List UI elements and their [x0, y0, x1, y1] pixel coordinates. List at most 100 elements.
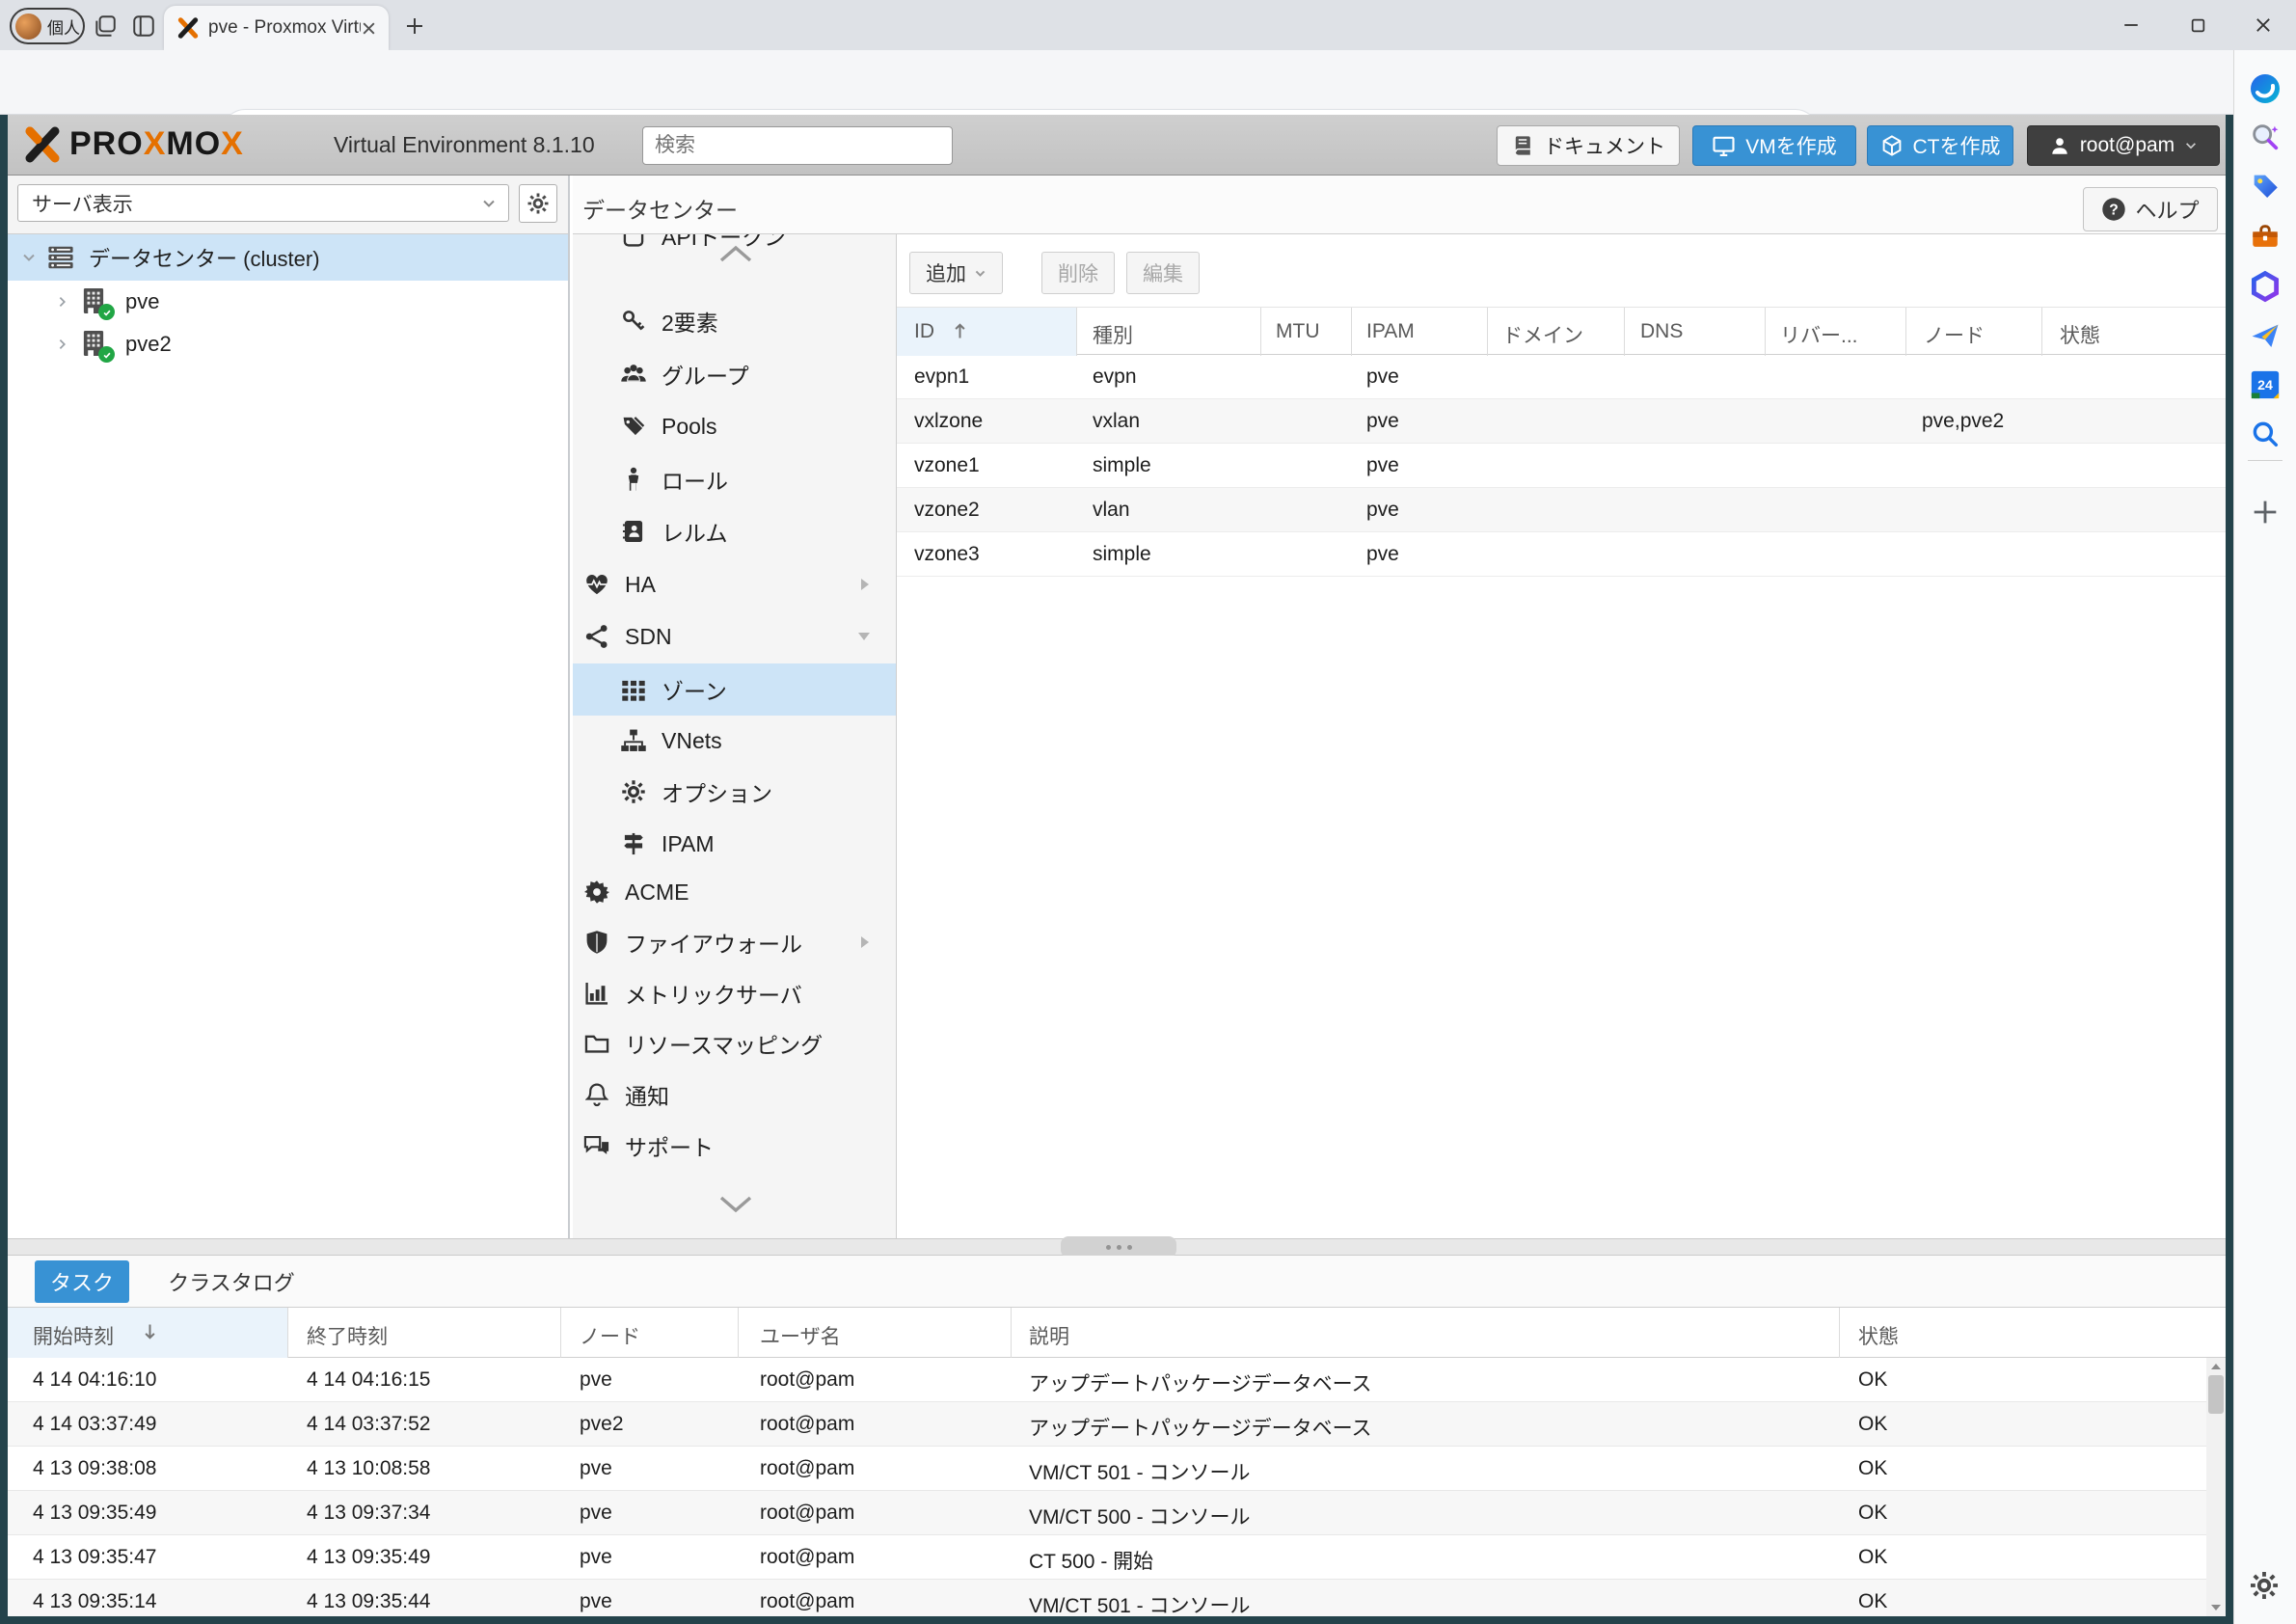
m365-icon[interactable] — [2249, 270, 2282, 303]
tab-close-icon[interactable] — [361, 20, 377, 37]
tools-icon[interactable] — [2249, 221, 2282, 254]
tab-groups-icon[interactable] — [93, 14, 118, 39]
shopping-icon[interactable] — [2249, 170, 2282, 203]
edge-sidebar: 24 — [2233, 50, 2296, 1624]
column-header-state[interactable]: 状態 — [2060, 320, 2100, 349]
task-row[interactable]: 4 14 03:37:49 4 14 03:37:52 pve2 root@pa… — [8, 1402, 2206, 1447]
column-header-dns[interactable]: DNS — [1640, 320, 1683, 343]
column-header-domain[interactable]: ドメイン — [1502, 320, 1583, 349]
window-minimize-button[interactable] — [2110, 8, 2152, 42]
edit-button[interactable]: 編集 — [1126, 252, 1200, 294]
column-header-description[interactable]: 説明 — [1029, 1321, 1069, 1350]
caret-down-icon[interactable] — [21, 250, 37, 265]
menu-item-firewall[interactable]: ファイアウォール — [573, 916, 897, 968]
menu-item-support[interactable]: サポート — [573, 1120, 897, 1172]
scrollbar-down-icon[interactable] — [2210, 1603, 2222, 1612]
zone-row[interactable]: vzone2 vlan pve — [897, 488, 2226, 532]
documentation-button[interactable]: ドキュメント — [1497, 125, 1680, 166]
menu-item-realms[interactable]: レルム — [573, 505, 897, 557]
config-menu: APIトークン 2要素 グループ Pools ロール レルム HA — [573, 234, 897, 1238]
caret-right-icon[interactable] — [56, 338, 69, 351]
menu-item-two-factor[interactable]: 2要素 — [573, 295, 897, 347]
user-menu-button[interactable]: root@pam — [2027, 125, 2220, 166]
menu-item-vnets[interactable]: VNets — [573, 715, 897, 767]
window-close-button[interactable] — [2242, 8, 2284, 42]
visual-search-icon[interactable] — [2249, 121, 2282, 153]
copilot-sidebar-icon[interactable] — [2249, 72, 2282, 105]
create-ct-button[interactable]: CTを作成 — [1867, 125, 2013, 166]
zone-row[interactable]: vzone3 simple pve — [897, 532, 2226, 577]
calendar-icon[interactable]: 24 — [2249, 368, 2282, 401]
tree-node-pve[interactable]: pve — [8, 281, 568, 323]
column-header-start-time[interactable]: 開始時刻 — [33, 1321, 114, 1350]
menu-item-acme[interactable]: ACME — [573, 866, 897, 918]
task-scrollbar[interactable] — [2206, 1358, 2226, 1616]
tab-search-icon[interactable] — [131, 14, 156, 39]
browser-tab[interactable]: pve - Proxmox Virtual Environme — [164, 6, 389, 50]
sidebar-search-icon[interactable] — [2249, 418, 2282, 450]
profile-button[interactable]: 個人 — [10, 8, 85, 44]
tree-node-datacenter[interactable]: データセンター (cluster) — [8, 234, 568, 281]
column-header-status[interactable]: 状態 — [1858, 1321, 1899, 1350]
messaging-icon[interactable] — [2249, 319, 2282, 352]
menu-item-ipam[interactable]: IPAM — [573, 818, 897, 870]
pve-search-input[interactable] — [642, 126, 953, 165]
cell-node: pve — [580, 1457, 612, 1480]
column-header-nodes[interactable]: ノード — [1924, 320, 1985, 349]
panel-splitter[interactable] — [8, 1238, 2226, 1256]
menu-item-options[interactable]: オプション — [573, 766, 897, 818]
scrollbar-thumb[interactable] — [2208, 1375, 2224, 1414]
menu-item-zones[interactable]: ゾーン — [573, 663, 897, 716]
view-mode-select[interactable]: サーバ表示 — [17, 184, 509, 222]
tree-settings-button[interactable] — [519, 184, 557, 223]
scroll-down-icon[interactable] — [716, 1193, 756, 1216]
column-header-ipam[interactable]: IPAM — [1366, 320, 1415, 343]
tab-tasks[interactable]: タスク — [35, 1260, 129, 1303]
grid-icon — [619, 677, 648, 702]
zone-row[interactable]: vzone1 simple pve — [897, 444, 2226, 488]
network-nodes-icon — [582, 624, 611, 649]
tab-cluster-log[interactable]: クラスタログ — [145, 1260, 318, 1303]
zone-row[interactable]: evpn1 evpn pve — [897, 355, 2226, 399]
remove-button[interactable]: 削除 — [1041, 252, 1115, 294]
sidebar-add-icon[interactable] — [2249, 496, 2282, 528]
task-row[interactable]: 4 13 09:35:49 4 13 09:37:34 pve root@pam… — [8, 1491, 2206, 1535]
task-row[interactable]: 4 13 09:38:08 4 13 10:08:58 pve root@pam… — [8, 1447, 2206, 1491]
menu-item-notifications[interactable]: 通知 — [573, 1069, 897, 1121]
menu-item-roles[interactable]: ロール — [573, 453, 897, 505]
column-header-id[interactable]: ID — [914, 320, 934, 343]
add-button[interactable]: 追加 — [909, 252, 1003, 294]
column-header-end-time[interactable]: 終了時刻 — [307, 1321, 388, 1350]
help-button[interactable]: ? ヘルプ — [2083, 187, 2218, 231]
new-tab-button[interactable] — [403, 14, 426, 38]
heartbeat-icon — [582, 572, 611, 597]
scrollbar-up-icon[interactable] — [2210, 1362, 2222, 1371]
column-header-user[interactable]: ユーザ名 — [760, 1321, 841, 1350]
cell-description: VM/CT 501 - コンソール — [1029, 1590, 1250, 1616]
tree-node-pve2[interactable]: pve2 — [8, 323, 568, 365]
window-maximize-button[interactable] — [2176, 8, 2219, 42]
menu-item-resource-mappings[interactable]: リソースマッピング — [573, 1017, 897, 1069]
menu-item-groups[interactable]: グループ — [573, 348, 897, 400]
task-row[interactable]: 4 14 04:16:10 4 14 04:16:15 pve root@pam… — [8, 1358, 2206, 1402]
menu-item-ha[interactable]: HA — [573, 558, 897, 610]
column-header-reverse-dns[interactable]: リバー... — [1780, 320, 1858, 349]
task-row[interactable]: 4 13 09:35:14 4 13 09:35:44 pve root@pam… — [8, 1580, 2206, 1616]
column-header-type[interactable]: 種別 — [1093, 320, 1133, 349]
create-vm-button[interactable]: VMを作成 — [1692, 125, 1856, 166]
cell-ipam: pve — [1366, 499, 1399, 522]
column-header-mtu[interactable]: MTU — [1276, 320, 1320, 343]
question-circle-icon: ? — [2101, 197, 2126, 222]
cell-start: 4 13 09:35:47 — [33, 1546, 156, 1569]
caret-right-icon[interactable] — [56, 295, 69, 309]
menu-item-sdn[interactable]: SDN — [573, 610, 897, 663]
scroll-up-icon[interactable] — [716, 242, 756, 265]
sidebar-settings-gear-icon[interactable] — [2249, 1570, 2282, 1603]
screen: 個人 pve - Proxmox Virtual Environme — [0, 0, 2296, 1624]
task-row[interactable]: 4 13 09:35:47 4 13 09:35:49 pve root@pam… — [8, 1535, 2206, 1580]
menu-item-metric-server[interactable]: メトリックサーバ — [573, 967, 897, 1019]
menu-item-pools[interactable]: Pools — [573, 400, 897, 452]
splitter-handle[interactable] — [1061, 1236, 1176, 1258]
column-header-node[interactable]: ノード — [580, 1321, 640, 1350]
zone-row[interactable]: vxlzone vxlan pve pve,pve2 — [897, 399, 2226, 444]
